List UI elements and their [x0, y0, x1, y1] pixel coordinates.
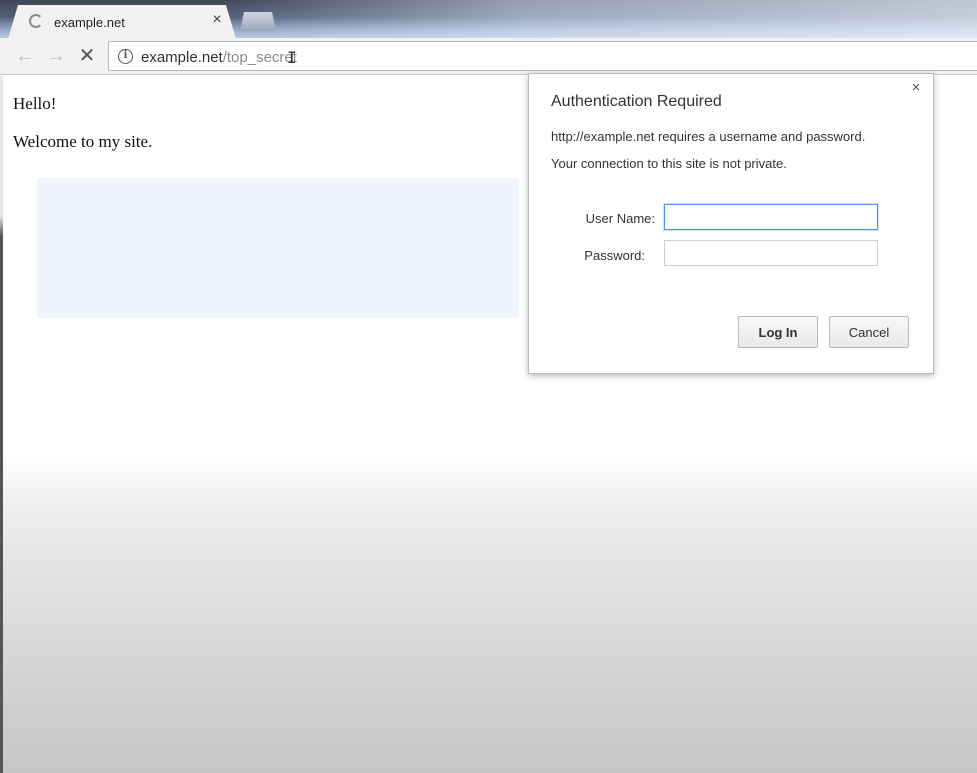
stop-loading-icon[interactable]: ✕ — [75, 44, 99, 68]
tab-title: example.net — [54, 15, 125, 30]
address-bar[interactable]: i example.net/top_secret I — [108, 41, 977, 71]
dialog-warning: Your connection to this site is not priv… — [551, 156, 787, 171]
info-icon[interactable]: i — [118, 49, 133, 64]
username-input[interactable] — [664, 204, 878, 230]
content-banner — [37, 178, 519, 318]
forward-arrow-icon[interactable]: → — [44, 44, 68, 68]
dialog-title: Authentication Required — [551, 93, 722, 110]
password-label: Password: — [584, 248, 645, 263]
tab-example-net[interactable]: example.net × — [8, 5, 236, 39]
auth-dialog: × Authentication Required http://example… — [528, 73, 934, 374]
url-host: example.net — [141, 49, 223, 66]
dialog-message: http://example.net requires a username a… — [551, 129, 866, 144]
text-cursor-icon: I — [287, 48, 297, 67]
page-greeting: Hello! — [13, 94, 57, 113]
tab-close-icon[interactable]: × — [208, 11, 226, 29]
loading-spinner-icon — [29, 14, 43, 28]
close-icon[interactable]: × — [908, 80, 924, 96]
page-welcome-text: Welcome to my site. — [13, 132, 153, 151]
url-text: example.net/top_secret — [141, 49, 297, 66]
log-in-button[interactable]: Log In — [738, 316, 818, 348]
window-edge — [0, 76, 3, 773]
url-path: /top_secret — [222, 49, 297, 66]
tab-strip: example.net × — [0, 0, 977, 39]
cancel-button[interactable]: Cancel — [829, 316, 909, 348]
password-input[interactable] — [664, 240, 878, 266]
browser-toolbar: ← → ✕ i example.net/top_secret I — [0, 38, 977, 75]
new-tab-button[interactable] — [240, 12, 276, 31]
username-label: User Name: — [585, 211, 655, 226]
back-arrow-icon[interactable]: ← — [13, 44, 37, 68]
